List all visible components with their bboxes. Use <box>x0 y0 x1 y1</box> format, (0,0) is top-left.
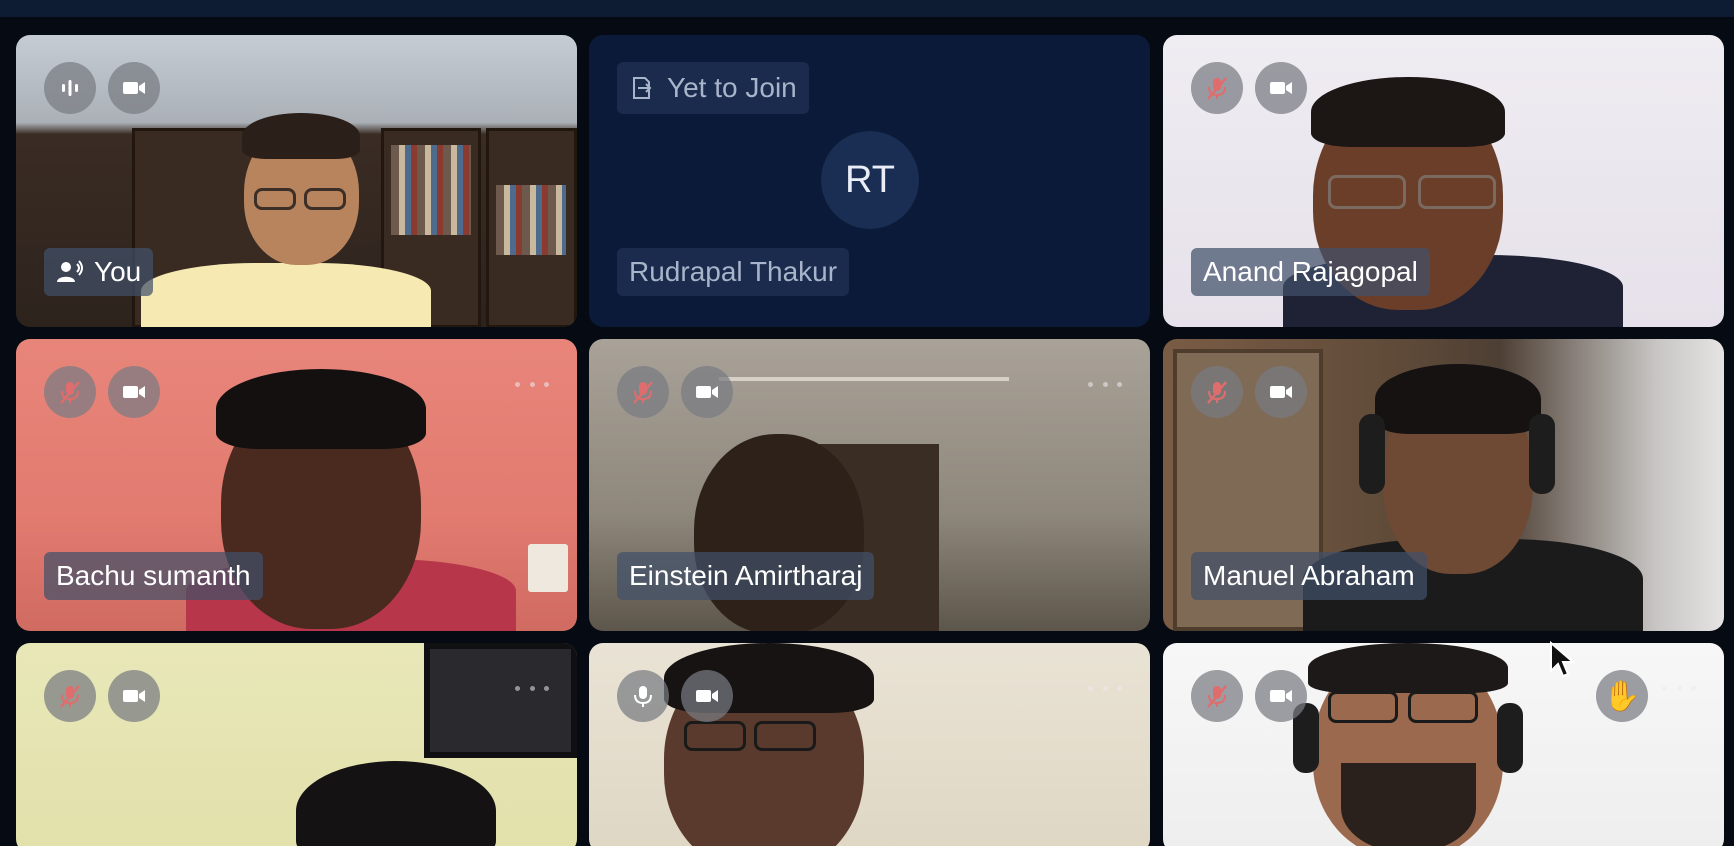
participant-tile-anand-rajagopal[interactable]: Anand Rajagopal <box>1163 35 1724 327</box>
participant-name: Anand Rajagopal <box>1203 256 1418 287</box>
participant-tile-bachu-sumanth[interactable]: Bachu sumanth <box>16 339 577 631</box>
decor <box>391 145 471 235</box>
decor <box>496 185 566 255</box>
participant-name: Einstein Amirtharaj <box>629 560 863 591</box>
decor <box>754 721 816 751</box>
mic-muted-indicator <box>44 366 96 418</box>
more-options-button[interactable] <box>1088 379 1122 389</box>
video-camera-icon <box>1270 386 1292 398</box>
mouse-pointer-icon <box>1550 641 1575 678</box>
video-camera-icon <box>1270 82 1292 94</box>
decor <box>1497 703 1523 773</box>
mic-icon <box>634 686 652 707</box>
participant-name-label: Anand Rajagopal <box>1191 248 1430 296</box>
mic-off-icon <box>1207 77 1227 100</box>
decor <box>242 113 360 159</box>
decor <box>216 369 426 449</box>
decor <box>1359 414 1385 494</box>
mic-off-icon <box>60 381 80 404</box>
participant-tile[interactable] <box>589 643 1150 846</box>
mic-muted-indicator <box>617 366 669 418</box>
video-camera-icon <box>123 82 145 94</box>
speaking-person-icon <box>57 260 83 282</box>
video-camera-icon <box>1270 690 1292 702</box>
camera-button[interactable] <box>1255 62 1307 114</box>
camera-button[interactable] <box>681 670 733 722</box>
decor <box>1308 643 1508 693</box>
decor <box>1341 763 1476 846</box>
decor <box>1328 691 1398 723</box>
decor <box>1529 414 1555 494</box>
decor <box>1408 691 1478 723</box>
camera-button[interactable] <box>108 62 160 114</box>
participant-name-label: Manuel Abraham <box>1191 552 1427 600</box>
participant-name: Rudrapal Thakur <box>629 256 838 287</box>
decor <box>254 188 296 210</box>
participant-name: Manuel Abraham <box>1203 560 1415 591</box>
camera-button[interactable] <box>108 366 160 418</box>
participant-name: Bachu sumanth <box>56 560 251 591</box>
decor <box>296 761 496 846</box>
participant-name: You <box>94 256 142 287</box>
more-options-button[interactable] <box>1662 683 1696 693</box>
camera-button[interactable] <box>1255 366 1307 418</box>
mic-off-icon <box>60 685 80 708</box>
decor <box>719 377 1009 381</box>
video-camera-icon <box>123 690 145 702</box>
camera-button[interactable] <box>1255 670 1307 722</box>
mic-muted-indicator <box>1191 670 1243 722</box>
decor <box>1328 175 1406 209</box>
participant-grid: You Yet to Join RT Rudrapal Thakur Anand… <box>16 35 1725 846</box>
audio-wave-icon <box>62 80 78 96</box>
mic-muted-indicator <box>1191 62 1243 114</box>
mic-off-icon <box>1207 381 1227 404</box>
mic-muted-indicator <box>44 670 96 722</box>
participant-name-label: Bachu sumanth <box>44 552 263 600</box>
video-camera-icon <box>696 386 718 398</box>
participant-tile-you[interactable]: You <box>16 35 577 327</box>
avatar: RT <box>821 131 919 229</box>
participant-tile-manuel-abraham[interactable]: Manuel Abraham <box>1163 339 1724 631</box>
more-options-button[interactable] <box>515 379 549 389</box>
participant-name-label: You <box>44 248 154 296</box>
mic-off-icon <box>633 381 653 404</box>
participant-tile[interactable] <box>16 643 577 846</box>
more-options-button[interactable] <box>1088 683 1122 693</box>
camera-button[interactable] <box>681 366 733 418</box>
mic-indicator <box>617 670 669 722</box>
video-camera-icon <box>696 690 718 702</box>
raised-hand-icon: ✋ <box>1596 670 1648 722</box>
decor <box>424 643 577 758</box>
top-bar <box>0 0 1734 17</box>
decor <box>1375 364 1541 434</box>
decor <box>141 263 431 327</box>
decor <box>694 434 864 631</box>
decor <box>1418 175 1496 209</box>
decor <box>1311 77 1505 147</box>
mic-off-icon <box>1207 685 1227 708</box>
audio-activity-indicator <box>44 62 96 114</box>
more-options-button[interactable] <box>515 683 549 693</box>
participant-name-label: Rudrapal Thakur <box>617 248 850 296</box>
join-status-badge: Yet to Join <box>617 62 809 114</box>
participant-name-label: Einstein Amirtharaj <box>617 552 875 600</box>
participant-tile-einstein-amirtharaj[interactable]: Einstein Amirtharaj <box>589 339 1150 631</box>
decor <box>304 188 346 210</box>
mic-muted-indicator <box>1191 366 1243 418</box>
camera-button[interactable] <box>108 670 160 722</box>
join-status-text: Yet to Join <box>667 72 797 103</box>
participant-tile[interactable]: ✋ <box>1163 643 1724 846</box>
decor <box>684 721 746 751</box>
video-camera-icon <box>123 386 145 398</box>
decor <box>528 544 568 592</box>
exit-door-icon <box>633 77 652 99</box>
participant-tile-rudrapal-thakur[interactable]: Yet to Join RT Rudrapal Thakur <box>589 35 1150 327</box>
